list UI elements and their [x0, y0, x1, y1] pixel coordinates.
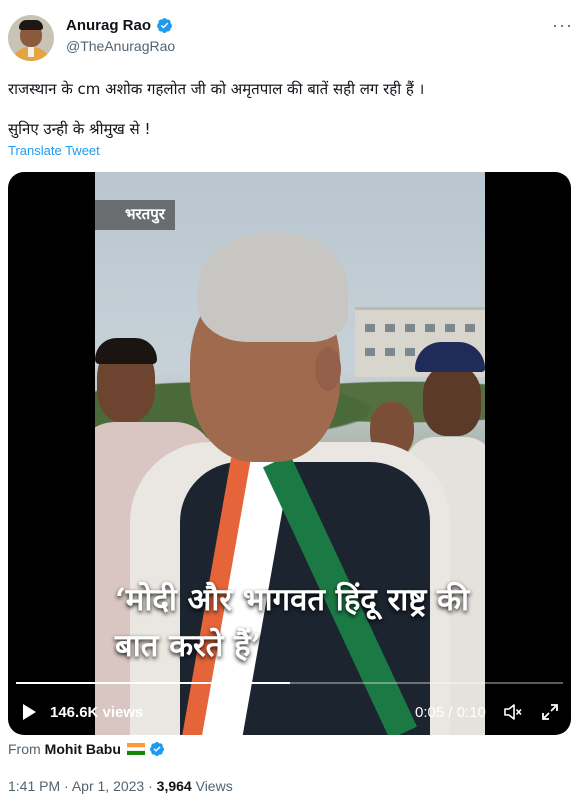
translate-tweet-link[interactable]: Translate Tweet — [8, 143, 100, 158]
video-time: 0:05 / 0:10 — [415, 704, 486, 721]
meta-separator: · — [64, 778, 69, 794]
meta-separator: · — [148, 778, 153, 794]
location-badge: भरतपुर — [95, 200, 175, 230]
author-display-name[interactable]: Anurag Rao — [66, 17, 151, 34]
video-frame: भरतपुर ‘मोदी और भागवत हिंदू राष्ट्र की ब… — [95, 172, 485, 735]
verified-badge-icon — [157, 18, 172, 33]
video-player[interactable]: भरतपुर ‘मोदी और भागवत हिंदू राष्ट्र की ब… — [8, 172, 571, 735]
video-controls: 146.6K views 0:05 / 0:10 — [8, 692, 571, 732]
video-views: 146.6K views — [50, 704, 144, 721]
tweet-time[interactable]: 1:41 PM — [8, 778, 60, 794]
tweet-date[interactable]: Apr 1, 2023 — [72, 778, 144, 794]
fullscreen-icon[interactable] — [540, 702, 560, 722]
tweet-text-line2: सुनिए उन्ही के श्रीमुख से ! — [8, 120, 151, 138]
views-count: 3,964 — [156, 778, 192, 794]
tweet-header: Anurag Rao @TheAnuragRao ··· — [8, 12, 576, 64]
author-name-row: Anurag Rao — [66, 17, 173, 34]
video-caption: ‘मोदी और भागवत हिंदू राष्ट्र की बात करते… — [115, 582, 469, 664]
volume-muted-icon[interactable] — [503, 702, 523, 722]
video-source-row: From Mohit Babu — [8, 741, 165, 757]
source-verified-badge-icon — [149, 742, 164, 756]
source-name[interactable]: Mohit Babu — [45, 741, 121, 757]
play-icon[interactable] — [20, 703, 38, 721]
more-options-icon[interactable]: ··· — [552, 16, 572, 38]
avatar[interactable] — [8, 15, 54, 61]
video-progress-fill — [16, 682, 290, 684]
india-flag-icon — [126, 743, 145, 755]
tweet-text-line1: राजस्थान के cm अशोक गहलोत जी को अमृतपाल … — [8, 80, 425, 98]
video-progress-bar[interactable] — [16, 682, 563, 684]
from-label: From — [8, 741, 41, 757]
tweet-meta: 1:41 PM · Apr 1, 2023 · 3,964 Views — [8, 778, 233, 794]
author-handle[interactable]: @TheAnuragRao — [66, 38, 175, 54]
views-label: Views — [195, 778, 233, 794]
